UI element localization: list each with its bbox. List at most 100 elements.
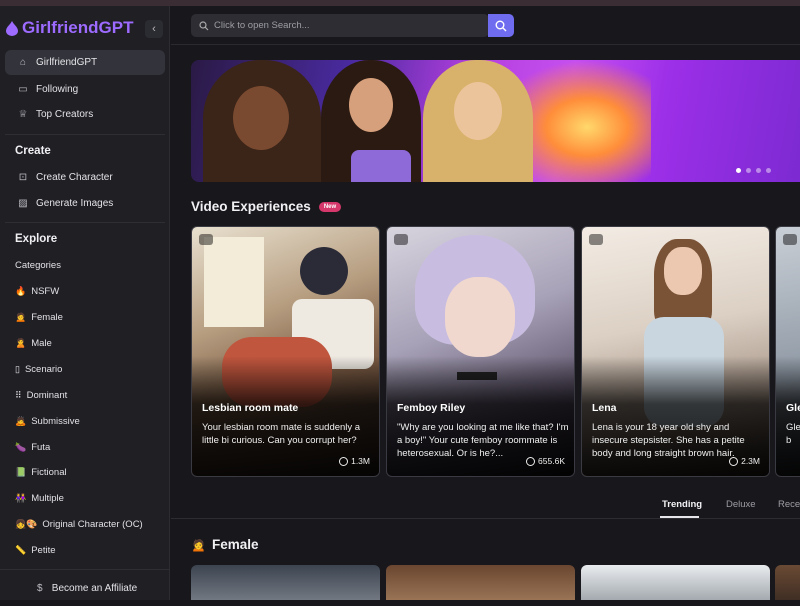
chat-icon bbox=[339, 456, 349, 466]
collapse-sidebar-button[interactable]: ‹ bbox=[145, 20, 163, 38]
category-nsfw[interactable]: 🔥 NSFW bbox=[15, 286, 59, 297]
video-icon bbox=[199, 234, 213, 245]
chain-icon: ⠿ bbox=[15, 390, 22, 400]
ruler-icon: 📏 bbox=[15, 545, 27, 555]
character-thumbnail[interactable] bbox=[191, 565, 380, 600]
category-futa[interactable]: 🍆 Futa bbox=[15, 442, 50, 453]
folder-icon: ▭ bbox=[18, 84, 28, 95]
category-multiple[interactable]: 👭 Multiple bbox=[15, 493, 64, 504]
video-experiences-heading: Video Experiences New bbox=[191, 199, 342, 214]
category-label: Scenario bbox=[24, 364, 63, 375]
sidebar-item-home[interactable]: ⌂ GirlfriendGPT bbox=[5, 50, 165, 75]
video-icon bbox=[783, 234, 797, 245]
card-title: Lena bbox=[592, 402, 617, 414]
character-thumbnail[interactable] bbox=[581, 565, 770, 600]
banner-face-2 bbox=[349, 78, 393, 132]
category-scenario[interactable]: ▯ Scenario bbox=[15, 364, 62, 375]
search-button[interactable] bbox=[488, 14, 514, 37]
app-logo[interactable]: GirlfriendGPT bbox=[6, 18, 133, 38]
divider bbox=[5, 222, 165, 223]
character-card[interactable]: Gle Gle He b bbox=[775, 226, 800, 477]
sidebar-item-generate-images[interactable]: ▨ Generate Images bbox=[5, 191, 165, 216]
explore-heading: Explore bbox=[15, 233, 58, 245]
category-male[interactable]: 🙎 Male bbox=[15, 338, 52, 349]
section-title: Female bbox=[211, 537, 259, 552]
search-bar[interactable] bbox=[191, 14, 489, 37]
character-thumbnail[interactable] bbox=[775, 565, 800, 600]
tab-deluxe[interactable]: Deluxe bbox=[726, 499, 756, 510]
window-art bbox=[204, 237, 264, 327]
card-description: "Why are you looking at me like that? I'… bbox=[397, 422, 569, 459]
become-affiliate-button[interactable]: $ Become an Affiliate bbox=[0, 569, 170, 606]
face-art bbox=[445, 277, 515, 357]
main-content: Video Experiences New Lesbian room mate … bbox=[171, 6, 800, 600]
card-description: Your lesbian room mate is suddenly a lit… bbox=[202, 422, 361, 446]
card-gradient bbox=[776, 356, 800, 476]
hero-banner[interactable] bbox=[191, 60, 800, 182]
sidebar-item-label: GirlfriendGPT bbox=[36, 57, 98, 68]
category-female[interactable]: 🙍 Female bbox=[15, 312, 63, 323]
book-icon: 📗 bbox=[15, 467, 27, 477]
category-submissive[interactable]: 🙇 Submissive bbox=[15, 416, 80, 427]
card-description: Gle He b bbox=[786, 422, 800, 446]
sidebar-item-label: Generate Images bbox=[36, 198, 114, 209]
category-label: Submissive bbox=[31, 416, 80, 427]
sidebar-item-following[interactable]: ▭ Following bbox=[5, 77, 165, 102]
sidebar-item-label: Create Character bbox=[36, 172, 113, 183]
tab-trending[interactable]: Trending bbox=[662, 499, 702, 510]
category-label: Multiple bbox=[31, 493, 64, 504]
card-views: 1.3M bbox=[339, 456, 370, 466]
category-label: Female bbox=[31, 312, 63, 323]
fire-icon: 🔥 bbox=[15, 286, 27, 296]
character-card[interactable]: Lesbian room mate Your lesbian room mate… bbox=[191, 226, 380, 477]
kneeling-icon: 🙇 bbox=[15, 416, 27, 426]
category-label: Original Character (OC) bbox=[42, 519, 143, 530]
category-fictional[interactable]: 📗 Fictional bbox=[15, 467, 67, 478]
man-icon: 🙎 bbox=[15, 338, 27, 348]
carousel-dot[interactable] bbox=[746, 168, 751, 173]
tab-recent[interactable]: Rece bbox=[778, 499, 800, 510]
new-badge: New bbox=[318, 201, 342, 212]
views-count: 2.3M bbox=[741, 456, 760, 466]
banner-face-3 bbox=[454, 82, 502, 140]
dollar-icon: $ bbox=[37, 582, 43, 594]
image-icon: ▨ bbox=[18, 198, 28, 209]
female-heading: 🙍 Female bbox=[191, 537, 258, 552]
artist-icon: 👧🎨 bbox=[15, 519, 38, 529]
card-title: Femboy Riley bbox=[397, 402, 466, 414]
award-icon: ♕ bbox=[18, 109, 28, 120]
sidebar-item-create-character[interactable]: ⊡ Create Character bbox=[5, 165, 165, 190]
character-card[interactable]: Lena Lena is your 18 year old shy and in… bbox=[581, 226, 770, 477]
carousel-dot[interactable] bbox=[736, 168, 741, 173]
sidebar-item-top-creators[interactable]: ♕ Top Creators bbox=[5, 102, 165, 127]
affiliate-label: Become an Affiliate bbox=[51, 582, 138, 594]
card-title: Gle bbox=[786, 402, 800, 414]
banner-top-2 bbox=[351, 150, 411, 182]
card-title: Lesbian room mate bbox=[202, 402, 299, 414]
sidebar-item-label: Top Creators bbox=[36, 109, 94, 120]
robot-icon: ⊡ bbox=[18, 172, 28, 183]
category-petite[interactable]: 📏 Petite bbox=[15, 545, 56, 556]
sidebar: GirlfriendGPT ‹ ⌂ GirlfriendGPT ▭ Follow… bbox=[0, 6, 170, 600]
views-count: 655.6K bbox=[538, 456, 565, 466]
carousel-dot[interactable] bbox=[766, 168, 771, 173]
scenario-icon: ▯ bbox=[15, 364, 20, 374]
category-label: Petite bbox=[31, 545, 56, 556]
category-label: Fictional bbox=[31, 467, 67, 478]
categories-label: Categories bbox=[15, 260, 61, 271]
two-women-icon: 👭 bbox=[15, 493, 27, 503]
category-dominant[interactable]: ⠿ Dominant bbox=[15, 390, 67, 401]
category-original-character[interactable]: 👧🎨 Original Character (OC) bbox=[15, 519, 143, 530]
search-input[interactable] bbox=[214, 20, 484, 31]
views-count: 1.3M bbox=[351, 456, 370, 466]
face-art bbox=[664, 247, 702, 295]
character-card[interactable]: Femboy Riley "Why are you looking at me … bbox=[386, 226, 575, 477]
woman-icon: 🙍 bbox=[191, 537, 206, 552]
card-views: 655.6K bbox=[526, 456, 565, 466]
video-icon bbox=[394, 234, 408, 245]
carousel-dot[interactable] bbox=[756, 168, 761, 173]
category-label: Male bbox=[31, 338, 52, 349]
category-label: Dominant bbox=[26, 390, 68, 401]
character-thumbnail[interactable] bbox=[386, 565, 575, 600]
categories-link[interactable]: Categories bbox=[15, 260, 61, 271]
